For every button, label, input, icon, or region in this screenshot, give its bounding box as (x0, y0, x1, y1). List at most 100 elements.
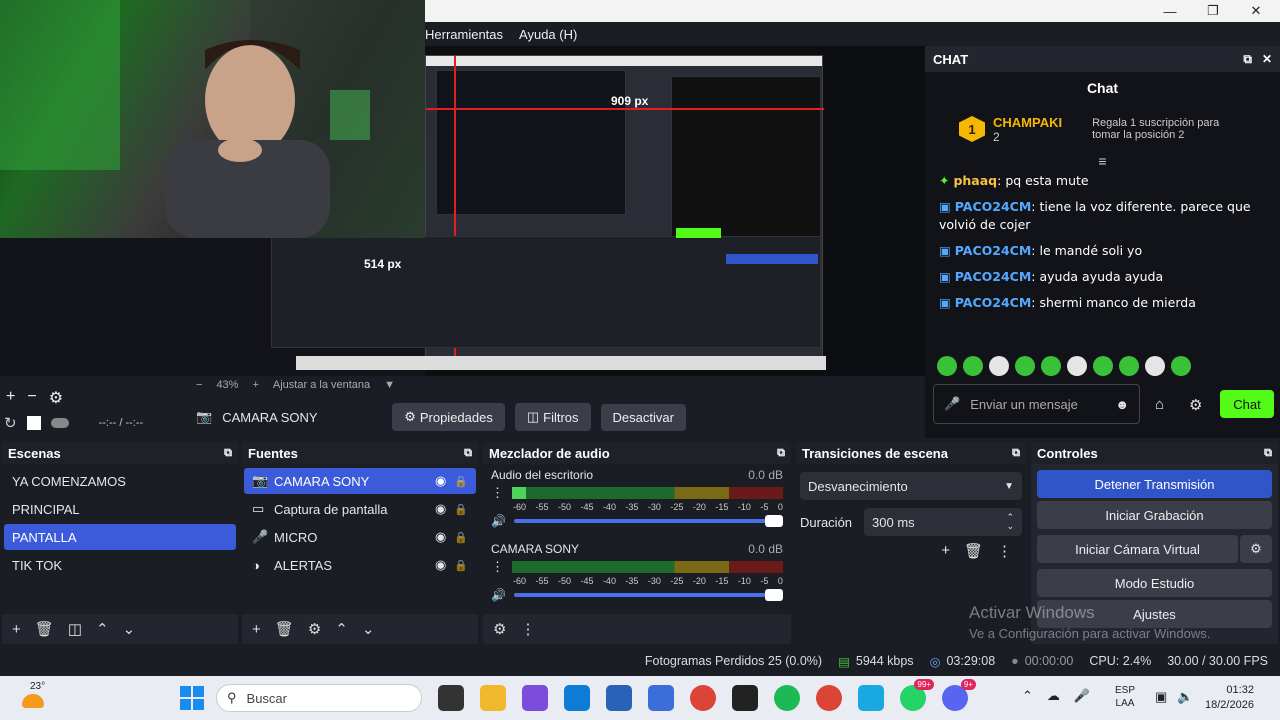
float-icon[interactable]: ⧉ (464, 447, 472, 460)
emote-icon[interactable] (1171, 356, 1191, 376)
scene-item[interactable]: YA COMENZAMOS (4, 468, 236, 494)
chrome-icon[interactable] (690, 685, 716, 711)
chat-input[interactable]: 🎤 Enviar un mensaje ☻ (933, 384, 1140, 424)
app-icon[interactable] (858, 685, 884, 711)
restart-icon[interactable]: ↻ (4, 414, 17, 432)
float-icon[interactable]: ⧉ (1012, 447, 1020, 460)
filters-button[interactable]: ◫ Filtros (514, 403, 591, 431)
stop-icon[interactable] (26, 416, 41, 430)
network-tray-icon[interactable]: ☁ (1047, 688, 1060, 704)
close-icon[interactable]: ✕ (1262, 52, 1272, 67)
float-icon[interactable]: ⧉ (1243, 52, 1252, 67)
deactivate-button[interactable]: Desactivar (600, 403, 686, 431)
more-icon[interactable]: ⋮ (520, 620, 535, 638)
maximize-icon[interactable]: ❐ (1191, 0, 1235, 22)
chevron-up-icon[interactable]: ⌃ (96, 620, 109, 638)
slider-handle[interactable] (765, 515, 783, 527)
taskbar-search[interactable]: ⚲ Buscar (216, 684, 422, 712)
gift-text[interactable]: Regala 1 suscripción para tomar la posic… (1092, 117, 1242, 141)
whatsapp-icon[interactable]: 99+ (900, 679, 934, 711)
obs-icon[interactable] (732, 685, 758, 711)
source-item[interactable]: ◑ ALERTAS ◉ 🔒 (244, 552, 476, 578)
mic-tray-icon[interactable]: 🎤 (1074, 688, 1090, 704)
float-icon[interactable]: ⧉ (777, 447, 785, 460)
float-icon[interactable]: ⧉ (224, 447, 232, 460)
source-item[interactable]: 📷 CAMARA SONY ◉ 🔒 (244, 468, 476, 494)
eye-icon[interactable]: ◉ (435, 473, 446, 489)
emote-icon[interactable] (963, 356, 983, 376)
lock-icon[interactable]: 🔒 (454, 531, 468, 544)
emote-icon[interactable] (1119, 356, 1139, 376)
fit-window-label[interactable]: Ajustar a la ventana (273, 379, 370, 391)
discord-icon[interactable]: 9+ (942, 679, 976, 711)
folder-icon[interactable] (480, 685, 506, 711)
lock-icon[interactable]: 🔒 (454, 503, 468, 516)
chevron-up-icon[interactable]: ⌃ (335, 620, 348, 638)
minimize-icon[interactable]: — (1148, 0, 1192, 22)
emote-icon[interactable] (1093, 356, 1113, 376)
chat-send-button[interactable]: Chat (1220, 390, 1274, 418)
toggle-icon[interactable] (50, 418, 69, 428)
spin-arrows-icon[interactable]: ⌃ ⌄ (1006, 513, 1014, 531)
trash-icon[interactable]: 🗑 (35, 620, 54, 638)
weather-widget[interactable]: 23° (22, 681, 50, 712)
more-icon[interactable]: ⋮ (997, 542, 1012, 560)
gear-icon[interactable]: ⚙ (49, 388, 63, 408)
chat-username[interactable]: PACO24CM (955, 269, 1032, 284)
lock-icon[interactable]: 🔒 (454, 559, 468, 572)
chevron-down-icon[interactable]: ⌄ (123, 620, 136, 638)
chevron-up-icon[interactable]: ⌃ (1022, 688, 1033, 704)
chat-username[interactable]: PACO24CM (955, 295, 1032, 310)
teams-icon[interactable] (522, 685, 548, 711)
start-virtual-camera-button[interactable]: Iniciar Cámara Virtual (1037, 535, 1238, 563)
studio-mode-button[interactable]: Modo Estudio (1037, 569, 1272, 597)
transition-select[interactable]: Desvanecimiento ▼ (800, 472, 1022, 500)
gear-icon[interactable]: ⚙ (1189, 396, 1202, 414)
clock[interactable]: 01:32 18/2/2026 (1205, 683, 1254, 713)
edge-icon[interactable] (564, 685, 590, 711)
store-icon[interactable]: ⌂ (1155, 396, 1164, 413)
volume-icon[interactable]: 🔈 (1177, 689, 1193, 705)
gear-icon[interactable]: ⚙ (308, 620, 321, 638)
add-icon[interactable]: + (12, 621, 21, 638)
source-item[interactable]: ▭ Captura de pantalla ◉ 🔒 (244, 496, 476, 522)
spotify-icon[interactable] (774, 685, 800, 711)
source-item[interactable]: 🎤 MICRO ◉ 🔒 (244, 524, 476, 550)
filter-icon[interactable]: ◫ (68, 620, 82, 638)
add-icon[interactable]: + (941, 542, 950, 560)
chevron-down-icon[interactable]: ▼ (384, 379, 395, 391)
more-icon[interactable]: ⋮ (491, 559, 504, 575)
trash-icon[interactable]: 🗑 (964, 542, 983, 560)
chevron-down-icon[interactable]: ⌄ (362, 620, 375, 638)
scene-item[interactable]: TIK TOK (4, 552, 236, 578)
monitor-icon[interactable]: ▣ (1155, 689, 1167, 705)
speaker-icon[interactable]: 🔊 (491, 514, 506, 528)
emote-icon[interactable] (1015, 356, 1035, 376)
stop-stream-button[interactable]: Detener Transmisión (1037, 470, 1272, 498)
close-icon[interactable]: ✕ (1234, 0, 1278, 22)
gear-icon[interactable]: ⚙ (1240, 535, 1272, 563)
zoom-in-icon[interactable]: + (252, 379, 258, 391)
trash-icon[interactable]: 🗑 (275, 620, 294, 638)
emote-icon[interactable] (989, 356, 1009, 376)
slider-handle[interactable] (765, 589, 783, 601)
language-indicator[interactable]: ESP LAA (1115, 684, 1135, 710)
add-icon[interactable]: + (252, 621, 261, 638)
emoji-icon[interactable]: ☻ (1115, 397, 1129, 412)
emote-icon[interactable] (1145, 356, 1165, 376)
advanced-audio-icon[interactable]: ⚙ (493, 620, 506, 638)
remove-icon[interactable]: − (27, 388, 36, 408)
outlook-icon[interactable] (648, 685, 674, 711)
emote-icon[interactable] (937, 356, 957, 376)
more-icon[interactable]: ⋮ (491, 485, 504, 501)
eye-icon[interactable]: ◉ (435, 557, 446, 573)
menu-tools[interactable]: Herramientas (425, 27, 503, 42)
emote-icon[interactable] (1041, 356, 1061, 376)
float-icon[interactable]: ⧉ (1264, 447, 1272, 460)
chrome-profile-icon[interactable] (816, 685, 842, 711)
chat-username[interactable]: PACO24CM (955, 243, 1032, 258)
eye-icon[interactable]: ◉ (435, 529, 446, 545)
add-icon[interactable]: + (6, 388, 15, 408)
chat-username[interactable]: phaaq (953, 173, 997, 188)
start-recording-button[interactable]: Iniciar Grabación (1037, 501, 1272, 529)
